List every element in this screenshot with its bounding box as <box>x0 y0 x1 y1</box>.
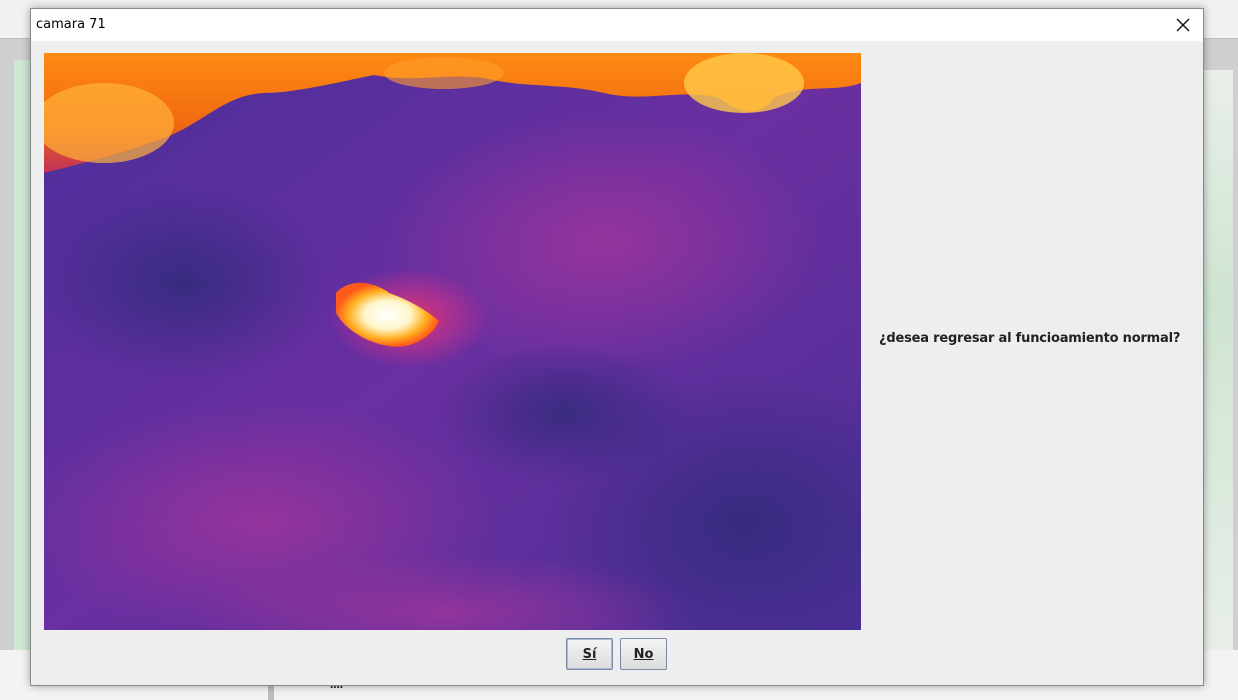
close-icon <box>1176 18 1190 32</box>
background-map-right <box>1203 70 1233 650</box>
yes-button[interactable]: Sí <box>566 638 613 670</box>
background-map-left <box>14 60 30 650</box>
close-button[interactable] <box>1163 9 1203 41</box>
camera-dialog: camara 71 ¿desea regresar al funcioamien… <box>30 8 1204 686</box>
thermal-camera-image <box>44 53 861 630</box>
dialog-title: camara 71 <box>36 17 106 32</box>
dialog-titlebar: camara 71 <box>31 9 1203 41</box>
dialog-message: ¿desea regresar al funcioamiento normal? <box>879 331 1181 346</box>
no-button[interactable]: No <box>620 638 667 670</box>
